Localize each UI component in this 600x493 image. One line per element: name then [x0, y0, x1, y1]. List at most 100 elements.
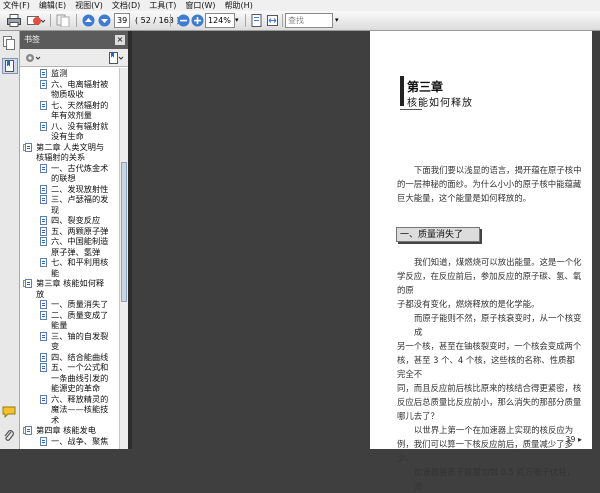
bookmark-item[interactable]: 能量: [20, 320, 119, 331]
bookmark-item[interactable]: 术: [20, 415, 119, 426]
options-gear-icon: [26, 54, 41, 62]
bookmark-item[interactable]: 的联想: [20, 173, 119, 184]
bookmark-page-icon: [40, 216, 47, 225]
bookmark-item[interactable]: 现: [20, 205, 119, 216]
email-icon: [27, 16, 45, 25]
next-page-button[interactable]: [96, 13, 112, 28]
select-tool-button[interactable]: [55, 13, 71, 28]
bookmark-page-icon: [25, 426, 32, 435]
page-number: 39 ▸: [565, 435, 582, 444]
bookmark-item[interactable]: 五、两颗原子弹: [20, 226, 119, 237]
bookmark-item[interactable]: 三、铀的自发裂: [20, 331, 119, 342]
options-button[interactable]: [24, 52, 44, 64]
bookmark-chapter[interactable]: −第三章 核能如何释: [20, 278, 119, 289]
bookmark-page-icon: [40, 394, 47, 404]
bookmark-page-icon: [40, 310, 47, 320]
bookmark-item[interactable]: 三、卢瑟福的发: [20, 194, 119, 205]
pages-panel-button[interactable]: [2, 36, 16, 50]
search-dropdown-chevron-icon[interactable]: ▾: [335, 13, 343, 28]
bookmark-item[interactable]: 四、裂变反应: [20, 215, 119, 226]
navigation-rail: [0, 31, 20, 449]
bookmarks-panel-button[interactable]: [2, 58, 18, 74]
bookmark-chapter[interactable]: 放: [20, 289, 119, 300]
arrow-up-icon: [82, 14, 94, 27]
bookmark-label: 一、质量消失了: [51, 299, 109, 309]
chapter-marker: [400, 76, 404, 106]
attachments-button[interactable]: [2, 429, 16, 443]
bookmark-item[interactable]: 没有生命: [20, 131, 119, 142]
bookmark-icon: [5, 60, 14, 72]
previous-page-button[interactable]: [80, 13, 96, 28]
bookmark-item[interactable]: 二、质量变成了: [20, 310, 119, 321]
bookmark-label: 六、电离辐射被: [51, 78, 109, 89]
bookmark-item[interactable]: 一、战争、聚焦: [20, 436, 119, 447]
scrollbar-thumb[interactable]: [121, 162, 127, 302]
bookmark-item[interactable]: 变: [20, 341, 119, 352]
zoom-dropdown-chevron-icon[interactable]: ▾: [235, 13, 243, 28]
bookmark-item[interactable]: 一、古代炼金术: [20, 163, 119, 174]
menu-tools[interactable]: 工具(T): [149, 0, 176, 11]
page-number-input[interactable]: 39: [114, 13, 130, 28]
bookmark-item[interactable]: 五、一个公式和: [20, 362, 119, 373]
bookmark-item[interactable]: 一、质量消失了: [20, 299, 119, 310]
bookmark-item[interactable]: 七、和平利用核: [20, 257, 119, 268]
email-button[interactable]: [26, 13, 46, 28]
bookmark-new-icon: [109, 52, 124, 64]
menu-document[interactable]: 文档(D): [112, 0, 140, 11]
menu-file[interactable]: 文件(F): [3, 0, 30, 11]
document-page: 第三章 核能如何释放 下面我们要以浅显的语言，揭开蕴在原子核中 的一层神秘的面纱…: [370, 31, 592, 491]
bookmark-item[interactable]: 原子弹、氢弹: [20, 247, 119, 258]
paperclip-icon: [4, 430, 14, 441]
menu-help[interactable]: 帮助(H): [225, 0, 253, 11]
menu-view[interactable]: 视图(V): [75, 0, 103, 11]
zoom-field[interactable]: 124%: [205, 13, 235, 28]
intro-paragraph: 下面我们要以浅显的语言，揭开蕴在原子核中 的一层神秘的面纱。为什么小小的原子核中…: [397, 163, 583, 205]
bookmark-item[interactable]: 物质吸收: [20, 89, 119, 100]
menu-window[interactable]: 窗口(W): [185, 0, 215, 11]
bookmark-item[interactable]: 魔法——核能技: [20, 404, 119, 415]
bookmark-label: 放: [36, 288, 45, 299]
search-input[interactable]: 查找: [285, 13, 333, 28]
text-line: 哪儿去了？: [397, 411, 439, 421]
bookmark-page-icon: [40, 331, 47, 341]
bookmark-item[interactable]: 六、释放精灵的: [20, 394, 119, 405]
toolbar: 39 ( 52 / 163 ) 124% ▾ 查找 ▾: [0, 11, 600, 31]
bookmark-item[interactable]: 能源史的革命: [20, 383, 119, 394]
bookmark-tree: 监测六、电离辐射被物质吸收七、天然辐射的年有效剂量八、没有辐射就没有生命−第二章…: [20, 68, 119, 449]
chapter-subtitle: 核能如何释放: [407, 98, 473, 109]
bookmark-item[interactable]: 七、天然辐射的: [20, 100, 119, 111]
panel-close-icon[interactable]: ×: [115, 35, 125, 45]
fit-page-button[interactable]: [248, 13, 264, 28]
bookmark-page-icon: [40, 436, 47, 446]
bookmark-label: 三、铀的自发裂: [51, 330, 109, 341]
print-button[interactable]: [6, 13, 22, 28]
bookmark-item[interactable]: 监测: [20, 68, 119, 79]
bookmark-label: 能源史的革命: [51, 383, 101, 393]
menu-edit[interactable]: 编辑(E): [39, 0, 66, 11]
comments-button[interactable]: [2, 405, 16, 419]
bookmark-page-icon: [25, 279, 32, 288]
bookmark-label: 第三章 核能如何释: [36, 278, 105, 288]
bookmark-chapter[interactable]: 核辐射的关系: [20, 152, 119, 163]
text-line: 学反应，在反应前后，参加反应的原子碳、氢、氧的原: [397, 271, 582, 295]
bookmark-chapter[interactable]: −第四章 核能发电: [20, 425, 119, 436]
bookmark-item[interactable]: 二、发现放射性: [20, 184, 119, 195]
panel-title: 书签: [20, 31, 128, 49]
panel-splitter[interactable]: [128, 31, 132, 449]
bookmark-item[interactable]: 六、中国能制造: [20, 236, 119, 247]
bookmarks-scrollbar[interactable]: [119, 68, 128, 449]
text-line: 以世界上第一个在加速器上实现的核反应为: [414, 425, 574, 435]
expand-bookmark-button[interactable]: [108, 52, 124, 64]
bookmark-page-icon: [40, 195, 47, 204]
bookmark-item[interactable]: 八、没有辐射就: [20, 121, 119, 132]
bookmark-item[interactable]: 年有效剂量: [20, 110, 119, 121]
text-line: 的一层神秘的面纱。为什么小小的原子核中能蕴藏: [397, 179, 582, 189]
bookmark-item[interactable]: 四、结合能曲线: [20, 352, 119, 363]
fit-width-button[interactable]: [264, 13, 280, 28]
bookmark-item[interactable]: 能: [20, 268, 119, 279]
bookmark-page-icon: [40, 79, 47, 89]
bookmark-item[interactable]: 一条曲线引发的: [20, 373, 119, 384]
zoom-in-button[interactable]: [189, 13, 205, 28]
bookmark-chapter[interactable]: −第二章 人类文明与: [20, 142, 119, 153]
bookmark-item[interactable]: 六、电离辐射被: [20, 79, 119, 90]
